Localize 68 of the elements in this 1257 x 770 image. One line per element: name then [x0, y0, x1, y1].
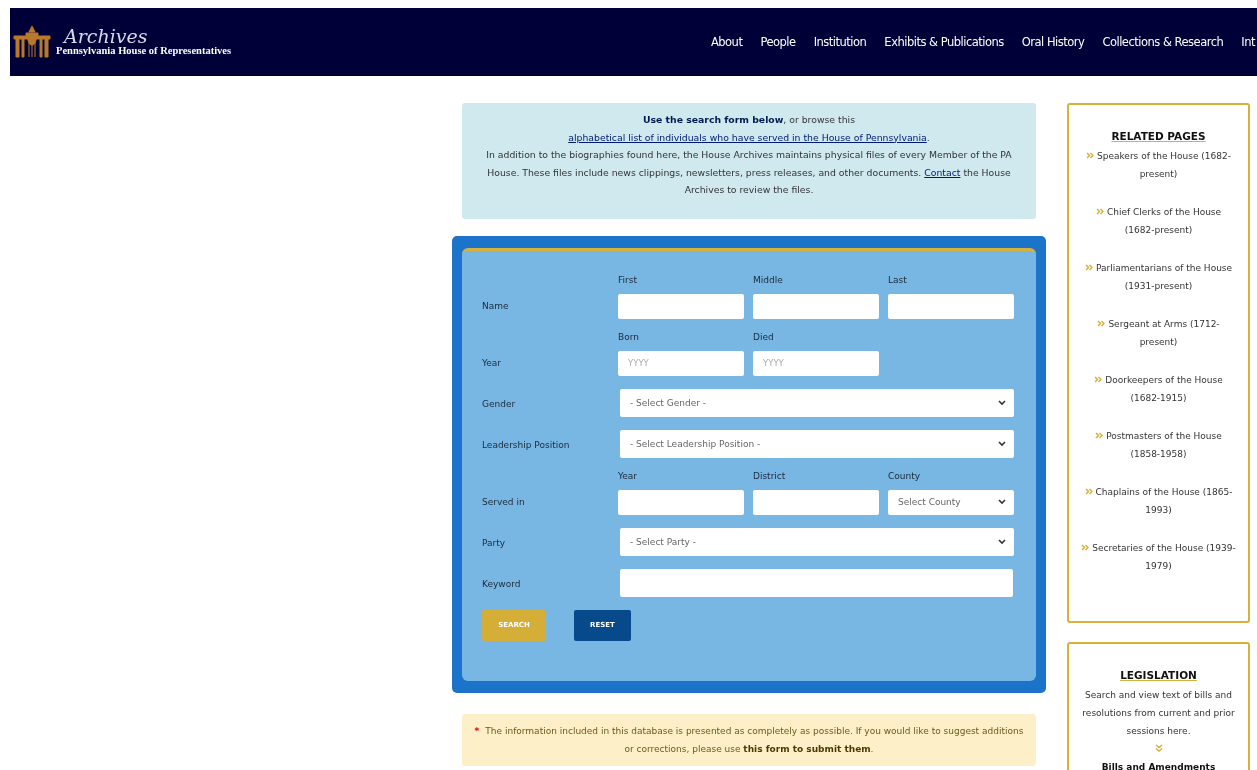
related-page-link[interactable]: Doorkeepers of the House (1682-1915) — [1077, 371, 1240, 407]
double-chevron-down-icon — [1154, 744, 1163, 752]
related-page-link[interactable]: Sergeant at Arms (1712-present) — [1077, 315, 1240, 351]
related-page-link[interactable]: Chief Clerks of the House (1682-present) — [1077, 203, 1240, 239]
intro-text: Use the search form below, or browse this alphabetical list of individuals who have served in the House of Pennsylvania. — [567, 113, 931, 145]
nav-link[interactable]: Institution — [813, 35, 867, 49]
double-chevron-icon — [1097, 320, 1106, 327]
capitol-dome-icon — [12, 24, 52, 60]
field-label: Keyword — [482, 578, 522, 591]
field-caption: Middle — [753, 274, 784, 285]
field-label: Party — [482, 537, 507, 550]
select-field[interactable]: Select County — [888, 489, 1014, 515]
chevron-down-icon — [998, 440, 1006, 447]
related-page-link[interactable]: Chaplains of the House (1865-1993) — [1077, 483, 1240, 519]
field-label: Served in — [482, 496, 526, 509]
card-title: LEGISLATION — [1119, 668, 1198, 683]
text-field[interactable] — [888, 293, 1014, 319]
chevron-down-icon — [998, 399, 1006, 406]
double-chevron-icon — [1084, 264, 1093, 271]
nav-link[interactable]: Oral History — [1021, 35, 1085, 49]
nav-link[interactable]: About — [710, 35, 743, 49]
text-field[interactable] — [753, 489, 879, 515]
legislation-text: Search and view text of bills and resolutions from current and prior sessions here. — [1081, 689, 1236, 738]
field-label: Name — [482, 300, 510, 313]
field-caption: Year — [618, 470, 639, 481]
related-page-link[interactable]: Parliamentarians of the House (1931-present) — [1077, 259, 1240, 295]
related-page-link[interactable]: Speakers of the House (1682-present) — [1077, 147, 1240, 183]
select-field[interactable]: - Select Leadership Position - — [620, 429, 1014, 458]
chevron-down-icon — [998, 499, 1006, 505]
keyword-field[interactable] — [620, 568, 1013, 597]
select-field[interactable]: - Select Party - — [620, 527, 1014, 556]
double-chevron-icon — [1095, 208, 1104, 215]
double-chevron-icon — [1085, 152, 1094, 159]
double-chevron-icon — [1081, 544, 1090, 551]
card-title: RELATED PAGES — [1110, 129, 1207, 144]
logo-title: Archives — [64, 27, 149, 47]
alphabetical-list-link[interactable]: alphabetical list of individuals who have served in the House of Pennsylvania — [568, 131, 927, 143]
notice-text: * The information included in this database is presented as completely as possible. If you would like to suggest additions or corrections, please use this form to submit them. — [474, 725, 1024, 754]
archives-text: In addition to the biographies found here, the House Archives maintains physical files of every Member of the PA House. These files include news clippings, newsletters, press releases, and other documents. Contact the House Archives to review the files. — [485, 148, 1013, 197]
chevron-down-icon — [998, 538, 1006, 545]
bills-link[interactable]: Bills and Amendments — [1101, 762, 1216, 770]
form-link[interactable]: this form to submit them — [743, 743, 871, 754]
related-page-link[interactable]: Secretaries of the House (1939-1979) — [1077, 539, 1240, 575]
field-caption: County — [888, 470, 922, 481]
double-chevron-icon — [1094, 376, 1103, 383]
nav-link[interactable]: Exhibits & Publications — [884, 35, 1004, 49]
text-field[interactable] — [618, 293, 744, 319]
field-caption: First — [618, 274, 638, 285]
logo-subtitle: Pennsylvania House of Representatives — [56, 46, 232, 57]
nav-link[interactable]: People — [760, 35, 796, 49]
contact-link[interactable]: Contact — [924, 166, 961, 178]
nav-link[interactable]: Int — [1241, 35, 1255, 49]
field-caption: District — [753, 470, 787, 481]
field-caption: Died — [753, 331, 775, 342]
text-field[interactable]: YYYY — [753, 350, 879, 376]
field-caption: Last — [888, 274, 908, 285]
field-label: Year — [482, 357, 503, 370]
nav-link[interactable]: Collections & Research — [1102, 35, 1224, 49]
text-field[interactable]: YYYY — [618, 350, 744, 376]
double-chevron-icon — [1084, 488, 1093, 495]
text-field[interactable] — [753, 293, 879, 319]
related-page-link[interactable]: Postmasters of the House (1858-1958) — [1077, 427, 1240, 463]
field-label: Leadership Position — [482, 439, 571, 452]
text-field[interactable] — [618, 489, 744, 515]
double-chevron-icon — [1095, 432, 1104, 439]
select-field[interactable]: - Select Gender - — [620, 388, 1014, 417]
field-caption: Born — [618, 331, 640, 342]
field-label: Gender — [482, 398, 517, 411]
